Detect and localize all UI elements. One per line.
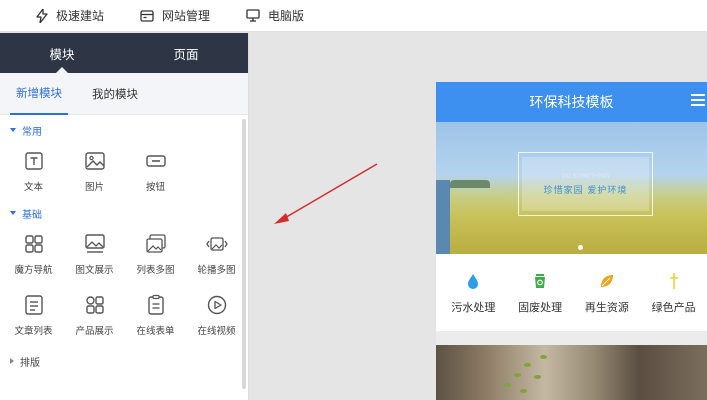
module-carousel[interactable]: 轮播多图 (186, 224, 247, 285)
common-modules: 文本 图片 按钮 (0, 141, 249, 202)
multi-image-icon (145, 234, 166, 253)
category-basic-label: 基础 (22, 209, 42, 221)
preview-title: 环保科技模板 (529, 95, 614, 111)
module-product-display-label: 产品展示 (75, 326, 114, 337)
banner-trees (450, 180, 490, 188)
preview-cat-renewable[interactable]: 再生资源 (574, 270, 641, 315)
image-text-icon (84, 234, 105, 253)
form-icon (147, 294, 164, 315)
banner-small-text: DO SOMETHING (561, 172, 610, 180)
preview-cat-solid-waste-label: 固废处理 (518, 301, 563, 314)
caret-down-icon (10, 211, 16, 215)
module-cube-nav-label: 魔方导航 (14, 265, 53, 276)
recycle-bin-icon (535, 274, 546, 288)
top-toolbar: 极速建站 网站管理 电脑版 (0, 0, 707, 32)
module-list-images-label: 列表多图 (136, 265, 175, 276)
sidebar-tabs: 模块 页面 (0, 33, 248, 73)
sidebar-scrollbar[interactable] (242, 119, 246, 389)
preview-cat-solid-waste[interactable]: 固废处理 (507, 270, 574, 315)
preview-banner[interactable]: DO SOMETHING 珍惜家园 爱护环境 (436, 122, 707, 254)
quick-build-button[interactable]: 极速建站 (36, 7, 104, 24)
module-subtabs: 新增模块 我的模块 (0, 73, 248, 115)
desktop-version-button[interactable]: 电脑版 (246, 7, 304, 24)
module-cube-nav[interactable]: 魔方导航 (3, 224, 64, 285)
leaf-icon (600, 275, 613, 287)
water-drop-icon (468, 274, 479, 289)
module-list-images[interactable]: 列表多图 (125, 224, 186, 285)
category-basic[interactable]: 基础 (0, 202, 249, 224)
product-grid-icon (85, 296, 104, 314)
module-article-list[interactable]: 文章列表 (3, 285, 64, 346)
tab-modules[interactable]: 模块 (0, 33, 124, 73)
lightning-icon (36, 8, 48, 23)
preview-cat-green-product[interactable]: 绿色产品 (640, 270, 707, 315)
preview-photo[interactable] (436, 345, 707, 400)
preview-cat-sewage-label: 污水处理 (451, 301, 496, 314)
module-button-label: 按钮 (145, 182, 165, 193)
preview-cat-sewage[interactable]: 污水处理 (440, 270, 507, 315)
subtab-add-module[interactable]: 新增模块 (10, 73, 68, 115)
cross-icon (669, 273, 678, 289)
grid-nav-icon (24, 235, 43, 253)
subtab-my-modules[interactable]: 我的模块 (86, 73, 144, 115)
module-article-list-label: 文章列表 (14, 326, 53, 337)
preview-category-nav: 污水处理 固废处理 再生资源 绿色产品 (436, 254, 707, 331)
module-image[interactable]: 图片 (64, 141, 125, 202)
site-manage-label: 网站管理 (162, 9, 211, 23)
banner-water (436, 180, 450, 254)
module-image-label: 图片 (84, 182, 104, 193)
site-manage-button[interactable]: 网站管理 (140, 7, 210, 24)
basic-modules: 魔方导航 图文展示 列表多图 轮播多图 文章列表 产品展示 在线表单 在线视频 (0, 224, 249, 346)
preview-canvas: 环保科技模板 DO SOMETHING 珍惜家园 爱护环境 污水处理 固废处理 (250, 33, 707, 400)
quick-build-label: 极速建站 (56, 9, 105, 23)
preview-section-gap (436, 331, 707, 345)
banner-slogan: 珍惜家园 爱护环境 (543, 185, 628, 196)
module-sidebar: 模块 页面 新增模块 我的模块 常用 文本 图片 按钮 基础 魔方导航 图文展示… (0, 33, 249, 400)
module-online-video-label: 在线视频 (197, 326, 236, 337)
module-carousel-label: 轮播多图 (197, 265, 236, 276)
module-online-video[interactable]: 在线视频 (186, 285, 247, 346)
tab-pages[interactable]: 页面 (124, 33, 248, 73)
image-icon (84, 152, 105, 170)
module-image-text[interactable]: 图文展示 (64, 224, 125, 285)
monitor-icon (246, 9, 260, 22)
module-image-text-label: 图文展示 (75, 265, 114, 276)
module-text-label: 文本 (23, 182, 43, 193)
category-common[interactable]: 常用 (0, 119, 249, 141)
carousel-icon (205, 237, 228, 251)
banner-caption-box: DO SOMETHING 珍惜家园 爱护环境 (518, 152, 653, 216)
carousel-dot[interactable] (578, 245, 583, 250)
module-product-display[interactable]: 产品展示 (64, 285, 125, 346)
caret-right-icon (10, 358, 14, 364)
play-icon (207, 295, 226, 315)
module-list[interactable]: 常用 文本 图片 按钮 基础 魔方导航 图文展示 列表多图 轮播多图 文章列表 … (0, 115, 249, 400)
preview-cat-renewable-label: 再生资源 (584, 301, 629, 314)
button-icon (145, 155, 166, 167)
article-icon (24, 295, 43, 315)
caret-down-icon (10, 128, 16, 132)
card-icon (140, 9, 154, 22)
mobile-preview[interactable]: 环保科技模板 DO SOMETHING 珍惜家园 爱护环境 污水处理 固废处理 (436, 82, 707, 400)
text-icon (24, 152, 43, 170)
module-button[interactable]: 按钮 (125, 141, 186, 202)
module-online-form-label: 在线表单 (136, 326, 175, 337)
hamburger-menu-icon[interactable] (691, 94, 705, 109)
module-text[interactable]: 文本 (3, 141, 64, 202)
category-layout[interactable]: 排版 (0, 350, 249, 372)
preview-cat-green-product-label: 绿色产品 (651, 301, 696, 314)
preview-header: 环保科技模板 (436, 82, 707, 122)
red-arrow-annotation (274, 163, 378, 224)
category-layout-label: 排版 (20, 357, 40, 369)
module-online-form[interactable]: 在线表单 (125, 285, 186, 346)
category-common-label: 常用 (22, 126, 42, 138)
desktop-version-label: 电脑版 (268, 9, 305, 23)
